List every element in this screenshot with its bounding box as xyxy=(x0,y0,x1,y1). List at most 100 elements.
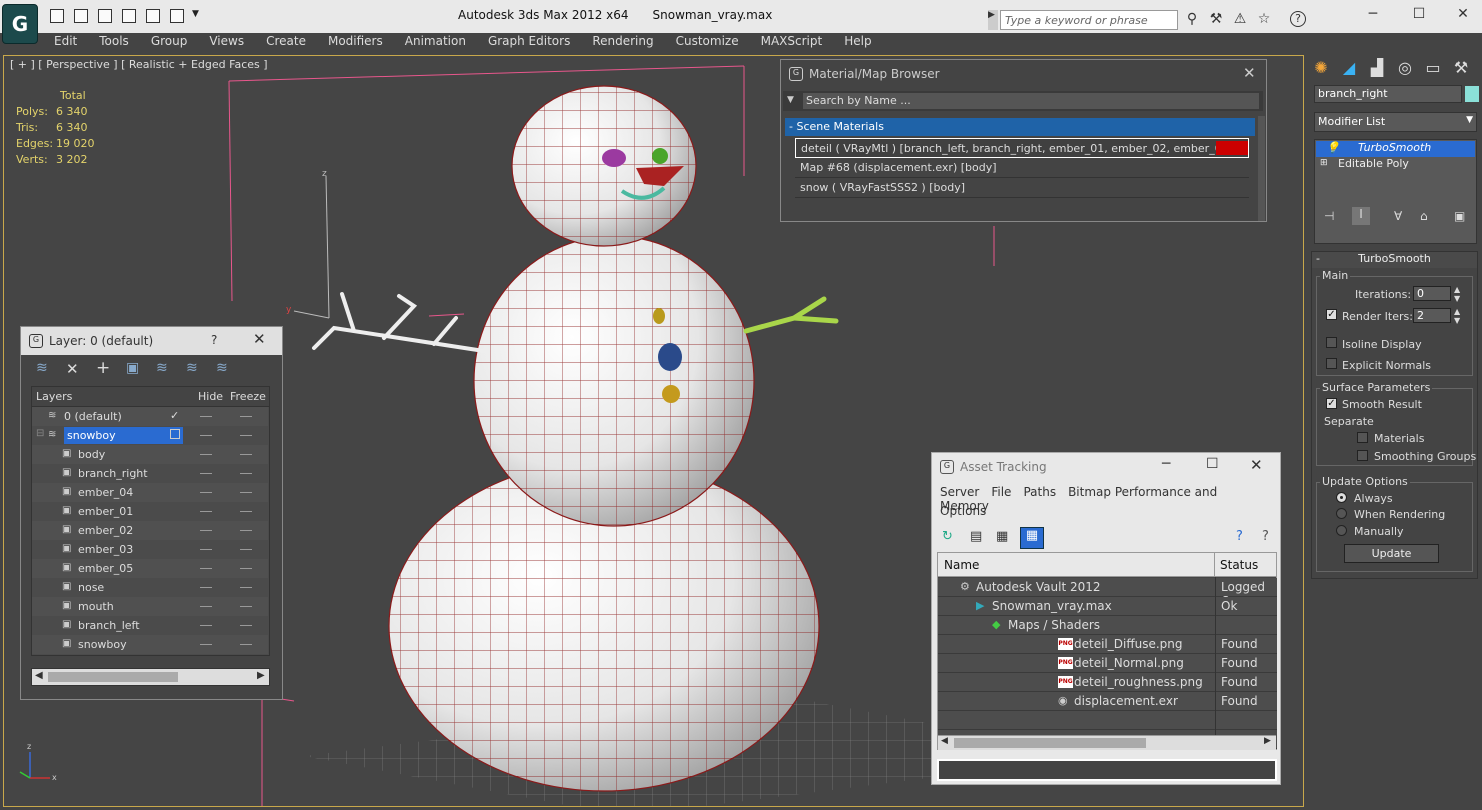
spinner-arrows-icon[interactable]: ▲ ▼ xyxy=(1454,307,1460,325)
stack-item[interactable]: 💡 TurboSmooth xyxy=(1316,141,1475,157)
help-icon[interactable]: ? xyxy=(1290,11,1306,27)
context-help-icon[interactable]: ? xyxy=(1262,529,1269,544)
remove-modifier-icon[interactable]: ⌂ xyxy=(1420,209,1428,223)
layer-row[interactable]: ▣ nose xyxy=(32,578,268,597)
freeze-toggle[interactable] xyxy=(240,416,252,417)
asset-hscrollbar[interactable]: ◀ ▶ xyxy=(938,735,1276,750)
make-active-icon[interactable] xyxy=(170,429,180,439)
freeze-toggle[interactable] xyxy=(240,473,252,474)
lightbulb-icon[interactable]: 💡 xyxy=(1326,141,1340,154)
close-icon[interactable]: ✕ xyxy=(1243,64,1256,82)
open-icon[interactable] xyxy=(50,9,64,23)
when-rendering-radio[interactable] xyxy=(1336,508,1347,519)
scroll-thumb[interactable] xyxy=(48,672,178,682)
app-logo-icon[interactable]: G xyxy=(2,4,38,44)
menu-create[interactable]: Create xyxy=(266,33,306,53)
stack-item[interactable]: ⊞ Editable Poly xyxy=(1316,157,1475,173)
render-iters-spinner[interactable]: 2 xyxy=(1413,308,1451,323)
scene-materials-header[interactable]: - Scene Materials xyxy=(785,118,1255,136)
always-radio[interactable] xyxy=(1336,492,1347,503)
help-button[interactable]: ? xyxy=(211,333,217,347)
maximize-icon[interactable]: ☐ xyxy=(1206,456,1219,472)
expand-plus-icon[interactable]: ⊞ xyxy=(1320,158,1328,168)
col-status[interactable]: Status xyxy=(1220,558,1258,572)
select-objects-icon[interactable]: ▣ xyxy=(126,360,139,376)
modify-tab-icon[interactable]: ◢ xyxy=(1338,58,1360,80)
layer-row[interactable]: ≋ ⊟ snowboy xyxy=(32,426,268,445)
minimize-icon[interactable]: ─ xyxy=(1358,6,1388,24)
menu-animation[interactable]: Animation xyxy=(405,33,466,53)
layer-row[interactable]: ▣ ember_05 xyxy=(32,559,268,578)
menu-server[interactable]: Server xyxy=(940,485,979,499)
material-item[interactable]: Map #68 (displacement.exr) [body] xyxy=(795,158,1249,178)
freeze-toggle[interactable] xyxy=(240,549,252,550)
quick-access-dropdown-icon[interactable]: ▼ xyxy=(192,9,204,23)
material-item[interactable]: deteil ( VRayMtl ) [branch_left, branch_… xyxy=(795,138,1249,158)
freeze-toggle[interactable] xyxy=(240,587,252,588)
help-icon[interactable]: ? xyxy=(1236,529,1243,544)
delete-layer-icon[interactable]: ✕ xyxy=(66,360,79,378)
binoculars-icon[interactable]: ⚲ xyxy=(1184,11,1200,27)
save-icon[interactable] xyxy=(74,9,88,23)
minimize-icon[interactable]: ─ xyxy=(1162,456,1170,472)
turbosmooth-rollout-header[interactable]: - TurboSmooth xyxy=(1312,252,1477,268)
menu-views[interactable]: Views xyxy=(209,33,244,53)
table-view-icon[interactable]: ▦ xyxy=(1020,527,1044,549)
hold-icon[interactable] xyxy=(146,9,160,23)
motion-tab-icon[interactable]: ◎ xyxy=(1394,58,1416,80)
modifier-list-dropdown[interactable]: Modifier List ▼ xyxy=(1314,112,1477,132)
close-icon[interactable]: ✕ xyxy=(1448,6,1478,24)
isoline-display-checkbox[interactable] xyxy=(1326,337,1337,348)
hide-toggle[interactable] xyxy=(200,454,212,455)
make-unique-icon[interactable]: ∀ xyxy=(1394,209,1402,223)
menu-file[interactable]: File xyxy=(991,485,1011,499)
hide-toggle[interactable] xyxy=(200,492,212,493)
scroll-thumb[interactable] xyxy=(954,738,1146,748)
freeze-toggle[interactable] xyxy=(240,568,252,569)
materials-checkbox[interactable] xyxy=(1357,432,1368,443)
search-expand-icon[interactable]: ▶ xyxy=(988,10,998,30)
highlight-layer-icon[interactable]: ≋ xyxy=(156,360,168,376)
freeze-toggle[interactable] xyxy=(240,511,252,512)
layer-row[interactable]: ▣ branch_left xyxy=(32,616,268,635)
asset-row[interactable]: ⚙Autodesk Vault 2012Logged Ou xyxy=(938,578,1277,608)
add-to-layer-icon[interactable]: + xyxy=(96,358,110,378)
menu-options[interactable]: Options xyxy=(940,504,986,518)
hide-toggle[interactable] xyxy=(200,625,212,626)
hierarchy-tab-icon[interactable]: ▟ xyxy=(1366,58,1388,80)
asset-row[interactable]: PNG deteil_Normal.png Found xyxy=(938,654,1277,673)
maximize-icon[interactable]: ☐ xyxy=(1404,6,1434,24)
search-input[interactable]: Type a keyword or phrase xyxy=(1000,10,1178,30)
freeze-toggle[interactable] xyxy=(240,454,252,455)
viewport-label[interactable]: [ + ] [ Perspective ] [ Realistic + Edge… xyxy=(10,58,268,71)
fetch-icon[interactable] xyxy=(170,9,184,23)
object-name-field[interactable]: branch_right xyxy=(1314,85,1462,103)
filter-dropdown-icon[interactable]: ▼ xyxy=(787,95,794,105)
list-view-icon[interactable]: ▤ xyxy=(970,529,982,544)
refresh-icon[interactable]: ↻ xyxy=(942,529,953,544)
menu-maxscript[interactable]: MAXScript xyxy=(761,33,823,53)
subscription-icon[interactable]: ⚒ xyxy=(1208,11,1224,27)
utilities-tab-icon[interactable]: ⚒ xyxy=(1450,58,1472,80)
layer-row[interactable]: ▣ ember_04 xyxy=(32,483,268,502)
asset-row[interactable]: PNG deteil_roughness.png Found xyxy=(938,673,1277,692)
communication-icon[interactable]: ⚠ xyxy=(1232,11,1248,27)
hide-toggle[interactable] xyxy=(200,511,212,512)
expand-icon[interactable]: ⊟ xyxy=(36,428,44,439)
hide-all-icon[interactable]: ≋ xyxy=(186,360,198,376)
hide-toggle[interactable] xyxy=(200,530,212,531)
redo-icon[interactable] xyxy=(122,9,136,23)
material-search-input[interactable]: Search by Name ... xyxy=(803,93,1259,109)
freeze-toggle[interactable] xyxy=(240,530,252,531)
materials-scrollbar[interactable] xyxy=(1258,116,1265,221)
menu-tools[interactable]: Tools xyxy=(99,33,129,53)
hide-toggle[interactable] xyxy=(200,435,212,436)
menu-graph-editors[interactable]: Graph Editors xyxy=(488,33,570,53)
material-item[interactable]: snow ( VRayFastSSS2 ) [body] xyxy=(795,178,1249,198)
col-hide[interactable]: Hide xyxy=(198,390,223,403)
asset-row[interactable]: ◉ displacement.exr Found xyxy=(938,692,1277,711)
new-layer-icon[interactable]: ≋ xyxy=(36,360,48,376)
asset-row[interactable]: PNG deteil_Diffuse.png Found xyxy=(938,635,1277,654)
menu-modifiers[interactable]: Modifiers xyxy=(328,33,383,53)
configure-sets-icon[interactable]: ▣ xyxy=(1454,209,1465,223)
